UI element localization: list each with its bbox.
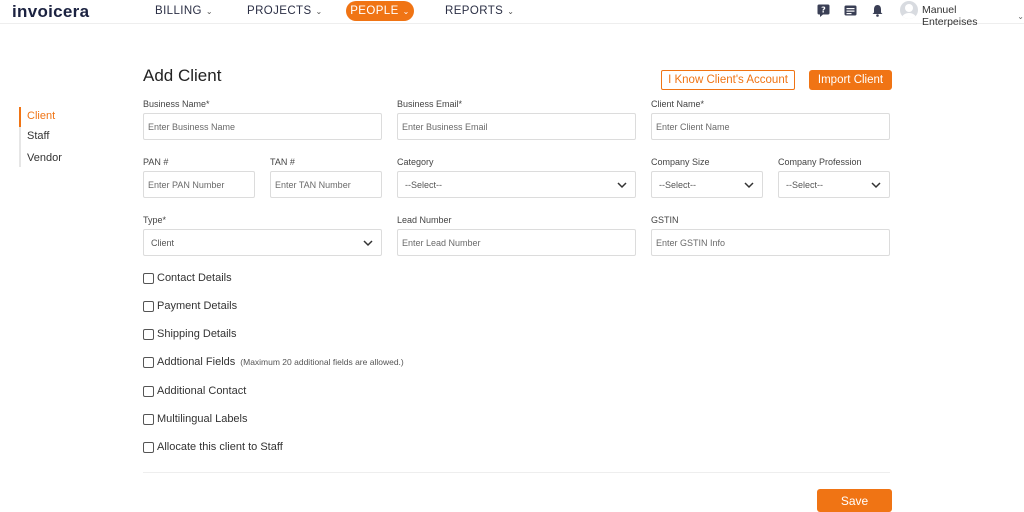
message-icon[interactable] bbox=[844, 4, 857, 17]
chevron-down-icon bbox=[744, 182, 754, 189]
chevron-down-icon bbox=[617, 182, 627, 189]
client-name-label: Client Name* bbox=[651, 99, 705, 109]
sidebar-item-client[interactable]: Client bbox=[27, 110, 55, 122]
company-size-label: Company Size bbox=[651, 157, 710, 167]
svg-text:?: ? bbox=[821, 6, 826, 15]
checkbox-box[interactable] bbox=[143, 385, 154, 397]
nav-reports[interactable]: REPORTS ⌄ bbox=[445, 5, 514, 17]
business-email-input[interactable] bbox=[397, 113, 636, 140]
checkbox-box[interactable] bbox=[143, 441, 154, 453]
payment-details-checkbox[interactable]: Payment Details bbox=[143, 300, 237, 312]
lead-number-input[interactable] bbox=[397, 229, 636, 256]
company-profession-select[interactable]: --Select-- bbox=[778, 171, 890, 198]
people-sidebar: Client Staff Vendor bbox=[19, 107, 79, 167]
checkbox-label: Multilingual Labels bbox=[157, 413, 248, 425]
shipping-details-checkbox[interactable]: Shipping Details bbox=[143, 328, 237, 340]
business-email-label: Business Email* bbox=[397, 99, 463, 109]
sidebar-item-staff[interactable]: Staff bbox=[27, 130, 49, 142]
nav-billing[interactable]: BILLING ⌄ bbox=[155, 5, 213, 17]
checkbox-label: Payment Details bbox=[157, 300, 238, 312]
nav-reports-label: REPORTS bbox=[445, 5, 504, 17]
chevron-down-icon bbox=[871, 182, 881, 189]
business-name-label: Business Name* bbox=[143, 99, 210, 109]
nav-billing-label: BILLING bbox=[155, 5, 202, 17]
client-name-input[interactable] bbox=[651, 113, 890, 140]
nav-projects-label: PROJECTS bbox=[247, 5, 312, 17]
additional-fields-note: (Maximum 20 additional fields are allowe… bbox=[240, 357, 404, 367]
checkbox-label: Allocate this client to Staff bbox=[157, 441, 283, 453]
checkbox-label: Additional Contact bbox=[157, 385, 247, 397]
chevron-down-icon: ⌄ bbox=[205, 6, 214, 16]
contact-details-checkbox[interactable]: Contact Details bbox=[143, 272, 232, 284]
tan-input[interactable] bbox=[270, 171, 382, 198]
bell-icon[interactable] bbox=[871, 4, 884, 17]
gstin-label: GSTIN bbox=[651, 215, 679, 225]
company-size-select[interactable]: --Select-- bbox=[651, 171, 763, 198]
pan-input[interactable] bbox=[143, 171, 255, 198]
checkbox-box[interactable] bbox=[143, 300, 154, 312]
know-client-account-button[interactable]: I Know Client's Account bbox=[661, 70, 795, 90]
company-profession-value: --Select-- bbox=[786, 179, 824, 190]
page-title: Add Client bbox=[143, 66, 222, 85]
additional-fields-checkbox[interactable]: Addtional Fields (Maximum 20 additional … bbox=[143, 356, 404, 368]
type-select[interactable]: Client bbox=[143, 229, 382, 256]
category-select[interactable]: --Select-- bbox=[397, 171, 636, 198]
avatar-icon[interactable] bbox=[900, 1, 918, 19]
nav-projects[interactable]: PROJECTS ⌄ bbox=[247, 5, 323, 17]
allocate-staff-checkbox[interactable]: Allocate this client to Staff bbox=[143, 441, 283, 453]
multilingual-labels-checkbox[interactable]: Multilingual Labels bbox=[143, 413, 248, 425]
gstin-input[interactable] bbox=[651, 229, 890, 256]
company-size-value: --Select-- bbox=[659, 179, 697, 190]
app-logo[interactable]: invoicera bbox=[12, 2, 89, 22]
top-navbar: invoicera BILLING ⌄ PROJECTS ⌄ PEOPLE ⌄ … bbox=[0, 0, 1024, 28]
category-label: Category bbox=[397, 157, 434, 167]
form-divider bbox=[143, 472, 890, 473]
checkbox-label: Addtional Fields bbox=[157, 356, 236, 368]
checkbox-box[interactable] bbox=[143, 356, 154, 368]
sidebar-item-vendor[interactable]: Vendor bbox=[27, 152, 62, 164]
chevron-down-icon: ⌄ bbox=[315, 6, 323, 16]
business-name-input[interactable] bbox=[143, 113, 382, 140]
active-indicator bbox=[19, 107, 21, 127]
checkbox-box[interactable] bbox=[143, 328, 154, 340]
additional-contact-checkbox[interactable]: Additional Contact bbox=[143, 385, 246, 397]
chevron-down-icon: ⌄ bbox=[507, 6, 515, 16]
chevron-down-icon bbox=[363, 240, 373, 247]
checkbox-label: Contact Details bbox=[157, 272, 232, 284]
company-profession-label: Company Profession bbox=[778, 157, 862, 167]
chevron-down-icon: ⌄ bbox=[1017, 11, 1024, 21]
checkbox-box[interactable] bbox=[143, 272, 154, 284]
save-button[interactable]: Save bbox=[817, 489, 892, 512]
tan-label: TAN # bbox=[270, 157, 295, 167]
import-client-button[interactable]: Import Client bbox=[809, 70, 892, 90]
type-label: Type* bbox=[143, 215, 167, 225]
nav-people[interactable]: PEOPLE ⌄ bbox=[346, 1, 414, 21]
type-value: Client bbox=[151, 237, 175, 248]
user-menu[interactable]: Manuel Enterpeises ⌄ bbox=[922, 4, 1024, 28]
lead-number-label: Lead Number bbox=[397, 215, 452, 225]
pan-label: PAN # bbox=[143, 157, 169, 167]
help-icon[interactable]: ? bbox=[817, 4, 830, 17]
checkbox-box[interactable] bbox=[143, 413, 154, 425]
user-name-label: Manuel Enterpeises bbox=[922, 4, 978, 28]
nav-people-label: PEOPLE bbox=[350, 5, 399, 17]
checkbox-label: Shipping Details bbox=[157, 328, 237, 340]
category-value: --Select-- bbox=[405, 179, 443, 190]
chevron-down-icon: ⌄ bbox=[402, 6, 410, 16]
